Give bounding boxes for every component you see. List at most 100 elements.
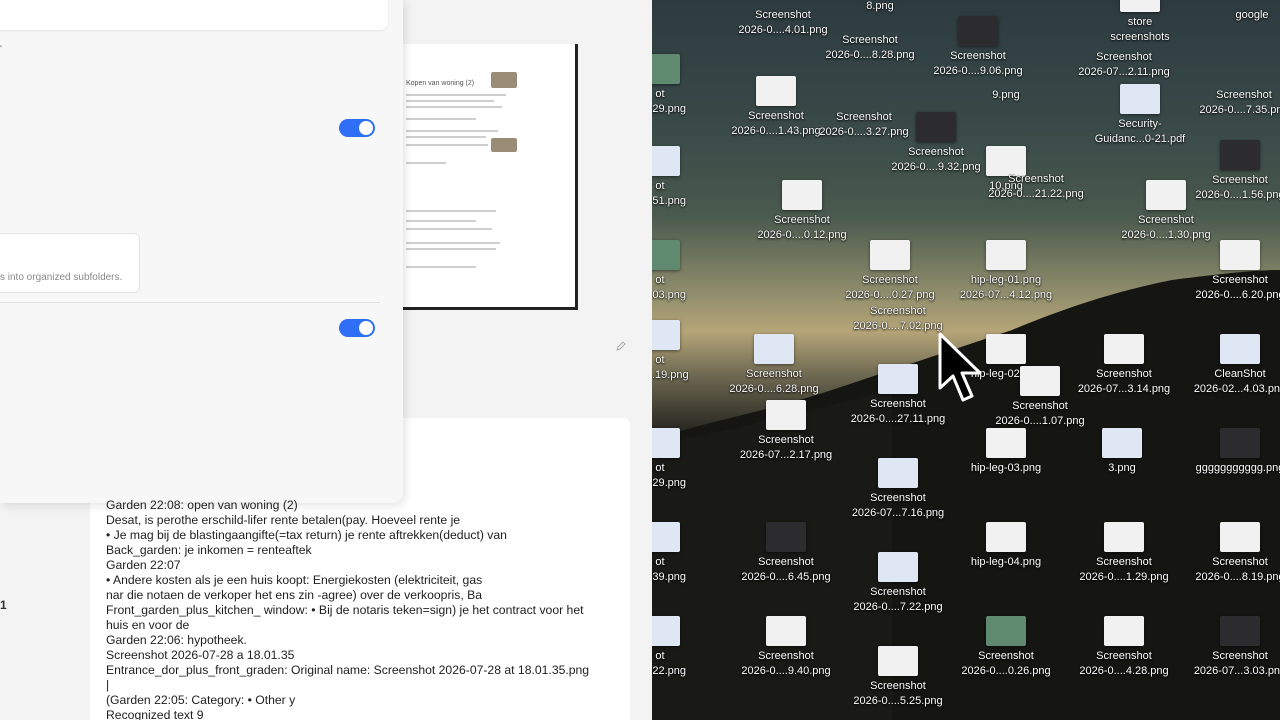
desktop-file-item[interactable]: ot ...5.39.png — [652, 522, 719, 585]
desktop-file-item[interactable]: Screenshot 2026-0....0.26.png — [947, 616, 1065, 679]
desktop-file-item[interactable]: Screenshot 2026-0....6.45.png — [727, 522, 845, 585]
desktop-file-item[interactable]: Screenshot 2026-0....7.35.png — [1185, 88, 1280, 118]
desktop-file-item[interactable]: Screenshot 2026-0....8.19.png — [1181, 522, 1280, 585]
desktop-file-item[interactable]: Screenshot 2026-0....9.06.png — [919, 16, 1037, 79]
desktop-file-item[interactable]: Screenshot 2026-07...7.16.png — [839, 458, 957, 521]
file-name-line-1: Screenshot — [978, 650, 1034, 662]
desktop-file-item[interactable]: Screenshot 2026-0....1.07.png — [981, 366, 1099, 429]
file-thumbnail — [916, 112, 956, 142]
desktop-file-item[interactable]: hip-leg-04.png — [947, 522, 1065, 570]
preview-line — [406, 144, 488, 146]
file-name-line-1: Screenshot — [774, 214, 830, 226]
desktop-file-item[interactable]: 9.png — [947, 88, 1065, 103]
desktop-file-item[interactable]: hip-leg-03.png — [947, 428, 1065, 476]
file-name-line-2: 2026-0....8.28.png — [825, 49, 915, 61]
desktop-file-item[interactable]: Screenshot 2026-0....5.25.png — [839, 646, 957, 709]
file-name-line-1: Screenshot — [746, 368, 802, 380]
file-thumbnail — [1220, 140, 1260, 170]
desktop-file-item[interactable]: Screenshot 2026-0....0.27.png — [831, 240, 949, 303]
file-name-line-2: ...1.29.png — [652, 477, 686, 489]
ocr-line: huis en voor de — [106, 618, 190, 632]
file-thumbnail — [986, 522, 1026, 552]
file-thumbnail — [766, 522, 806, 552]
file-thumbnail — [782, 180, 822, 210]
file-thumbnail — [1220, 616, 1260, 646]
desktop-file-item[interactable]: ggggggggggg.png — [1181, 428, 1280, 476]
file-name-line-1: Screenshot — [842, 34, 898, 46]
file-name-line-2: 2026-0....4.28.png — [1079, 665, 1169, 677]
file-name-line-1: Screenshot — [758, 650, 814, 662]
desktop-file-item[interactable]: Security- Guidanc...0-21.pdf — [1081, 84, 1199, 147]
file-name-line-1: Screenshot — [758, 434, 814, 446]
file-name-line-1: Screenshot — [1096, 556, 1152, 568]
file-thumbnail — [878, 552, 918, 582]
row-number: 1 — [0, 598, 7, 612]
file-thumbnail — [878, 458, 918, 488]
desktop-file-item[interactable]: ot ...2.22.png — [652, 616, 719, 679]
desktop-file-item[interactable]: Screenshot 2026-0....9.40.png — [727, 616, 845, 679]
file-name-line-2: 2026-0....7.35.png — [1199, 104, 1280, 116]
file-name-line-2: 2026-0....27.11.png — [850, 413, 946, 425]
file-name-line-1: Screenshot — [950, 50, 1006, 62]
settings-divider — [0, 302, 380, 303]
file-thumbnail — [1220, 334, 1260, 364]
recognized-text-body[interactable]: Garden 22:08: open van woning (2) Desat, … — [106, 498, 636, 720]
desktop-file-item[interactable]: Screenshot 2026-07...2.11.png — [1065, 50, 1183, 80]
desktop-file-item[interactable]: ot ...0.03.png — [652, 240, 719, 303]
file-thumbnail — [1220, 240, 1260, 270]
file-name-line-2: ...2.51.png — [652, 195, 686, 207]
preview-line — [406, 94, 506, 96]
file-name-line-1: Screenshot — [1138, 214, 1194, 226]
desktop-file-item[interactable]: ot ...11.19.png — [652, 320, 719, 383]
settings-top-card — [0, 0, 388, 30]
setting-toggle-two[interactable] — [339, 319, 375, 337]
desktop-file-item[interactable]: Screenshot 2026-0....1.29.png — [1065, 522, 1183, 585]
preview-title: Kopen van woning (2) — [406, 80, 475, 87]
file-name-line-1: ot — [655, 556, 665, 568]
desktop-file-item[interactable]: google — [1193, 8, 1280, 23]
file-name-line-2: ...5.39.png — [652, 571, 686, 583]
file-thumbnail — [986, 616, 1026, 646]
ocr-line: Screenshot 2026-07-28 a 18.01.35 — [106, 648, 295, 662]
pencil-icon[interactable] — [615, 340, 629, 354]
file-name-line-1: ggggggggggg.png — [1195, 462, 1280, 474]
desktop-file-item[interactable]: Screenshot 2026-0....4.28.png — [1065, 616, 1183, 679]
file-name-line-1: Screenshot — [870, 586, 926, 598]
ocr-line: nar die notaen de verkoper het ens zin -… — [106, 588, 482, 602]
desktop-file-item[interactable]: ot ...1.29.png — [652, 428, 719, 491]
desktop-file-item[interactable]: store screenshots — [1081, 0, 1199, 45]
ocr-line: Garden 22:08: open van woning (2) — [106, 498, 298, 512]
file-name-line-2: 2026-02...4.03.png — [1193, 383, 1280, 395]
desktop-file-item[interactable]: CleanShot 2026-02...4.03.png — [1181, 334, 1280, 397]
file-name-line-1: Screenshot — [1212, 650, 1268, 662]
desktop-file-item[interactable]: hip-leg-01.png 2026-07...4.12.png — [947, 240, 1065, 303]
desktop-file-item[interactable]: ot ...2.51.png — [652, 146, 719, 209]
desktop-file-item[interactable]: Screenshot 2026-07...3.03.png — [1181, 616, 1280, 679]
desktop-file-item[interactable]: Screenshot 2026-0....21.22.png — [977, 172, 1095, 202]
desktop-file-item[interactable]: Screenshot 2026-0....8.28.png — [811, 33, 929, 63]
file-name-line-2: ...2.22.png — [652, 665, 686, 677]
screenshot-preview[interactable]: Kopen van woning (2) — [398, 44, 578, 310]
desktop-file-item[interactable]: Screenshot 2026-0....7.02.png — [839, 304, 957, 334]
file-name-line-2: 2026-0....21.22.png — [988, 188, 1084, 200]
file-thumbnail — [1104, 522, 1144, 552]
desktop-file-item[interactable]: Screenshot 2026-07...2.17.png — [727, 400, 845, 463]
preview-line — [406, 242, 500, 244]
ocr-line: • Andere kosten als je een huis koopt: E… — [106, 573, 483, 587]
desktop-file-item[interactable]: Screenshot 2026-0....6.28.png — [715, 334, 833, 397]
file-thumbnail — [1120, 0, 1160, 12]
desktop-file-item[interactable]: 3.png — [1063, 428, 1181, 476]
desktop-file-item[interactable]: ot ...3.29.png — [652, 54, 719, 117]
desktop-file-item[interactable]: Screenshot 2026-0....0.12.png — [743, 180, 861, 243]
desktop-file-item[interactable]: Screenshot 2026-0....7.22.png — [839, 552, 957, 615]
file-name-line-2: 2026-0....1.07.png — [995, 415, 1085, 427]
desktop-file-item[interactable]: Screenshot 2026-0....6.20.png — [1181, 240, 1280, 303]
file-name-line-2: google — [1235, 9, 1269, 21]
file-name-line-2: 9.png — [992, 89, 1020, 101]
preview-line — [406, 220, 476, 222]
desktop-file-item[interactable]: Screenshot 2026-0....1.30.png — [1107, 180, 1225, 243]
ocr-line: Recognized text 9 — [106, 708, 204, 720]
setting-toggle-one[interactable] — [339, 119, 375, 137]
file-name-line-2: 2026-07...3.03.png — [1193, 665, 1280, 677]
file-thumbnail — [652, 616, 680, 646]
